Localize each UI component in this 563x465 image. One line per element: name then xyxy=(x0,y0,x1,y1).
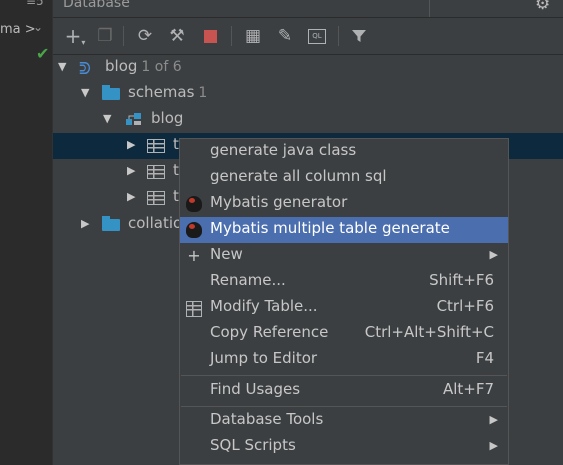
expand-arrow-icon[interactable]: ▶ xyxy=(127,164,135,177)
tree-node-schema-blog[interactable]: ▼ blog xyxy=(53,107,563,133)
toolbar-divider xyxy=(338,26,339,46)
expand-arrow-icon[interactable]: ▶ xyxy=(81,217,89,230)
edit-icon[interactable]: ✎ xyxy=(273,24,297,48)
menu-separator xyxy=(181,375,507,376)
menu-item-database-tools[interactable]: Database Tools ▶ xyxy=(180,408,508,434)
mybatis-bird-icon xyxy=(186,196,202,212)
tree-node-count: 1 of 6 xyxy=(141,59,182,75)
menu-item-copy-reference[interactable]: Copy Reference Ctrl+Alt+Shift+C xyxy=(180,321,508,347)
expand-arrow-icon[interactable]: ▼ xyxy=(103,112,111,125)
filter-icon[interactable] xyxy=(347,24,371,48)
menu-shortcut: Shift+F6 xyxy=(429,271,494,289)
menu-item-modify-table[interactable]: Modify Table... Ctrl+F6 xyxy=(180,295,508,321)
tree-node-label: collatio xyxy=(128,214,183,232)
refresh-icon[interactable]: ⟳ xyxy=(133,24,157,48)
menu-item-generate-all-column-sql[interactable]: generate all column sql xyxy=(180,165,508,191)
menu-item-rename[interactable]: Rename... Shift+F6 xyxy=(180,269,508,295)
lines-icon: ≡5 xyxy=(26,0,44,8)
submenu-arrow-icon: ▶ xyxy=(489,413,498,426)
menu-item-mybatis-generator[interactable]: Mybatis generator xyxy=(180,191,508,217)
menu-item-mybatis-multiple-table-generate[interactable]: Mybatis multiple table generate xyxy=(180,217,508,243)
context-menu: generate java class generate all column … xyxy=(179,138,509,465)
table-icon xyxy=(147,191,165,205)
expand-arrow-icon[interactable]: ▼ xyxy=(81,86,89,99)
tree-node-label: blog xyxy=(105,57,138,75)
tree-node-label: blog xyxy=(151,109,184,127)
menu-item-sql-scripts[interactable]: SQL Scripts ▶ xyxy=(180,434,508,460)
duplicate-icon[interactable]: ❐ xyxy=(93,24,117,48)
submenu-arrow-icon: ▶ xyxy=(489,439,498,452)
table-icon xyxy=(186,301,202,317)
expand-arrow-icon[interactable]: ▶ xyxy=(127,138,135,151)
add-icon[interactable]: + ▾ xyxy=(63,24,87,48)
folder-icon xyxy=(102,85,120,100)
tree-node-label: t xyxy=(173,135,179,153)
checkmark-icon: ✔ xyxy=(36,44,50,63)
toolbar-divider xyxy=(123,26,124,46)
table-icon xyxy=(147,139,165,153)
menu-separator xyxy=(181,406,507,407)
plus-icon: + xyxy=(187,246,201,265)
tree-node-count: 1 xyxy=(198,85,208,101)
mybatis-bird-icon xyxy=(186,222,202,238)
table-icon xyxy=(147,165,165,179)
menu-item-generate-java-class[interactable]: generate java class xyxy=(180,139,508,165)
tree-node-schemas[interactable]: ▼ schemas 1 xyxy=(53,81,563,107)
console-icon[interactable]: QL xyxy=(305,24,329,48)
menu-shortcut: Ctrl+F6 xyxy=(436,297,494,315)
folder-icon xyxy=(102,216,120,231)
tree-node-label: schemas xyxy=(128,83,195,101)
expand-arrow-icon[interactable]: ▶ xyxy=(127,190,135,203)
stop-icon[interactable] xyxy=(198,24,222,48)
chevron-down-icon[interactable]: ⌄ xyxy=(33,20,43,34)
panel-header: Database ⚙ xyxy=(53,0,563,18)
submenu-arrow-icon: ▶ xyxy=(489,248,498,261)
toolbar-divider xyxy=(231,26,232,46)
toolbar: + ▾ ❐ ⟳ ⚒ ▦ ✎ QL xyxy=(53,18,563,55)
scheme-selector[interactable]: ma > xyxy=(0,22,36,37)
left-gutter: ≡5 ma > ⌄ ✔ xyxy=(0,0,53,465)
tree-node-label: t xyxy=(173,161,179,179)
schema-icon xyxy=(125,111,143,127)
menu-item-jump-to-editor[interactable]: Jump to Editor F4 xyxy=(180,347,508,373)
expand-arrow-icon[interactable]: ▼ xyxy=(58,60,66,73)
menu-shortcut: Alt+F7 xyxy=(442,380,494,398)
gear-icon[interactable]: ⚙ xyxy=(535,0,550,14)
schema-settings-icon[interactable]: ⚒ xyxy=(165,24,189,48)
menu-item-new[interactable]: + New ▶ xyxy=(180,243,508,269)
datasource-icon: ᕲ xyxy=(79,59,91,78)
menu-item-find-usages[interactable]: Find Usages Alt+F7 xyxy=(180,378,508,404)
tree-node-root[interactable]: ▼ ᕲ blog 1 of 6 xyxy=(53,55,563,81)
menu-shortcut: Ctrl+Alt+Shift+C xyxy=(364,323,494,341)
panel-title: Database xyxy=(63,0,130,11)
table-icon[interactable]: ▦ xyxy=(241,24,265,48)
menu-shortcut: F4 xyxy=(475,349,494,367)
tree-node-label: t xyxy=(173,187,179,205)
header-divider xyxy=(429,0,430,17)
